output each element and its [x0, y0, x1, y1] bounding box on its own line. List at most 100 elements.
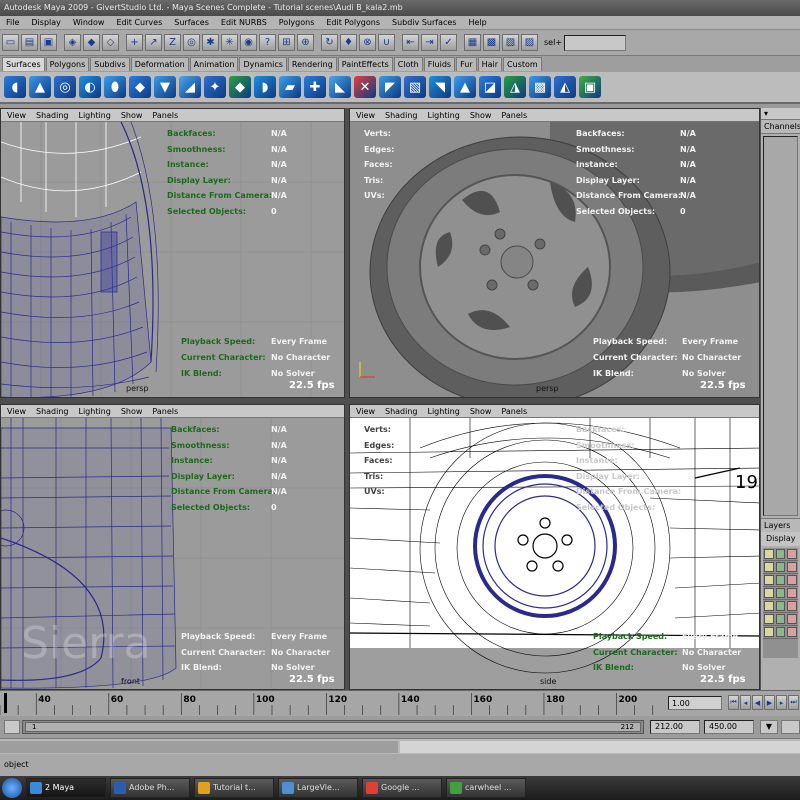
layer-toggle-icon[interactable] [775, 588, 786, 598]
layer-row[interactable] [763, 613, 798, 626]
menu-edit-polygons[interactable]: Edit Polygons [320, 16, 386, 29]
hypershade-icon[interactable]: ▨ [521, 34, 538, 51]
mask-help-icon[interactable]: ? [259, 34, 276, 51]
layer-toggle-icon[interactable] [775, 549, 786, 559]
shelf-tab-subdivs[interactable]: Subdivs [90, 57, 130, 71]
layers-display-tab[interactable]: Display [761, 532, 800, 546]
viewport-menu-view[interactable]: View [356, 405, 375, 417]
shelf-tool-icon[interactable]: ✕ [354, 76, 376, 98]
shelf-tab-animation[interactable]: Animation [189, 57, 239, 71]
range-handle[interactable]: 1 212 [25, 722, 641, 732]
layer-row[interactable] [763, 561, 798, 574]
layer-toggle-icon[interactable] [764, 562, 774, 572]
output-ops-icon[interactable]: ⇥ [421, 34, 438, 51]
range-end-field[interactable]: 212.00 [650, 720, 700, 734]
shelf-tool-icon[interactable]: ◥ [429, 76, 451, 98]
layer-toggle-icon[interactable] [775, 562, 786, 572]
layer-toggle-icon[interactable] [787, 588, 798, 598]
layer-toggle-icon[interactable] [764, 575, 774, 585]
shelf-tool-icon[interactable]: ◐ [79, 76, 101, 98]
magnet-icon[interactable]: ∪ [378, 34, 395, 51]
layer-toggle-icon[interactable] [764, 549, 774, 559]
range-slider[interactable]: 1 212 212.00 450.00 ▼ [0, 716, 800, 738]
max-end-field[interactable]: 450.00 [704, 720, 754, 734]
viewport-menu-panels[interactable]: Panels [501, 405, 527, 417]
shelf-tool-icon[interactable]: ◤ [379, 76, 401, 98]
viewport-menu-panels[interactable]: Panels [501, 109, 527, 121]
mask-curves-icon[interactable]: ↗ [145, 34, 162, 51]
shelf-tool-icon[interactable]: ◪ [479, 76, 501, 98]
channel-box-panel[interactable]: ▾ Channels Layers Display [760, 108, 800, 690]
viewport-menu-lighting[interactable]: Lighting [78, 405, 110, 417]
layer-toggle-icon[interactable] [775, 601, 786, 611]
viewport-menu-lighting[interactable]: Lighting [427, 405, 459, 417]
viewport-menu-show[interactable]: Show [470, 109, 492, 121]
viewport-canvas-tl[interactable]: Backfaces: Smoothness: Instance: Display La… [1, 121, 344, 397]
range-bar[interactable]: 1 212 [22, 720, 644, 734]
selection-input[interactable] [564, 34, 627, 51]
menu-edit-curves[interactable]: Edit Curves [110, 16, 168, 29]
construction-history-icon[interactable]: ✓ [440, 34, 457, 51]
shelf-tool-icon[interactable]: ▲ [29, 76, 51, 98]
taskbar-item[interactable]: Google ... [362, 778, 442, 798]
select-component-icon[interactable]: ◇ [102, 34, 119, 51]
play-forward-icon[interactable]: ▶ [764, 695, 775, 710]
shelf-tab-polygons[interactable]: Polygons [45, 57, 90, 71]
taskbar-item[interactable]: Tutorial t... [194, 778, 274, 798]
layers-list[interactable] [763, 548, 798, 658]
mask-surfaces-icon[interactable]: Z [164, 34, 181, 51]
layer-toggle-icon[interactable] [764, 588, 774, 598]
shelf-tab-surfaces[interactable]: Surfaces [2, 57, 45, 71]
menu-subdiv-surfaces[interactable]: Subdiv Surfaces [386, 16, 462, 29]
viewport-menu-view[interactable]: View [7, 405, 26, 417]
viewport-canvas-bl[interactable]: Sierra Backfaces: Smoothness: Instance: Dis… [1, 417, 344, 689]
layer-row[interactable] [763, 600, 798, 613]
viewport-menu-shading[interactable]: Shading [36, 109, 69, 121]
open-scene-icon[interactable]: ▤ [21, 34, 38, 51]
viewport-menu-show[interactable]: Show [121, 405, 143, 417]
viewport-menu-show[interactable]: Show [121, 109, 143, 121]
taskbar-item[interactable]: 2 Maya [26, 778, 106, 798]
mask-dynamics-icon[interactable]: ✱ [202, 34, 219, 51]
snap-plane-icon[interactable]: ⊗ [359, 34, 376, 51]
menu-polygons[interactable]: Polygons [273, 16, 321, 29]
viewport-menu-panels[interactable]: Panels [152, 405, 178, 417]
shelf-tool-icon[interactable]: ◣ [329, 76, 351, 98]
viewport-menu-view[interactable]: View [7, 109, 26, 121]
viewport-menu-show[interactable]: Show [470, 405, 492, 417]
snap-point-icon[interactable]: ♦ [340, 34, 357, 51]
shelf-tool-icon[interactable]: ◖ [4, 76, 26, 98]
layer-toggle-icon[interactable] [787, 627, 798, 637]
layer-row[interactable] [763, 548, 798, 561]
layer-toggle-icon[interactable] [787, 614, 798, 624]
layer-toggle-icon[interactable] [775, 614, 786, 624]
shelf-tab-custom[interactable]: Custom [503, 57, 542, 71]
command-input[interactable] [0, 741, 398, 753]
shelf-tool-icon[interactable]: ◆ [229, 76, 251, 98]
layer-row[interactable] [763, 574, 798, 587]
viewport-menu-lighting[interactable]: Lighting [427, 109, 459, 121]
mask-misc-icon[interactable]: ◉ [240, 34, 257, 51]
shelf-tool-icon[interactable]: ◢ [179, 76, 201, 98]
ipr-render-icon[interactable]: ▩ [483, 34, 500, 51]
start-button[interactable] [2, 778, 22, 798]
current-frame-field[interactable]: 1.00 [668, 696, 722, 710]
input-ops-icon[interactable]: ⇤ [402, 34, 419, 51]
viewport-top-left[interactable]: View Shading Lighting Show Panels Backfa… [0, 108, 345, 398]
time-ruler[interactable]: 40 60 80 100 120 140 160 180 200 [0, 691, 660, 715]
menu-display[interactable]: Display [25, 16, 67, 29]
viewport-bottom-right[interactable]: View Shading Lighting Show Panels 19 Ver… [349, 404, 760, 690]
shelf-tab-deformation[interactable]: Deformation [130, 57, 189, 71]
viewport-menu-shading[interactable]: Shading [36, 405, 69, 417]
viewport-menu-lighting[interactable]: Lighting [78, 109, 110, 121]
layer-toggle-icon[interactable] [775, 575, 786, 585]
shelf-tool-icon[interactable]: ▧ [404, 76, 426, 98]
menu-edit-nurbs[interactable]: Edit NURBS [215, 16, 273, 29]
auto-key-icon[interactable]: ▼ [760, 720, 778, 734]
menu-window[interactable]: Window [67, 16, 111, 29]
taskbar-item[interactable]: carwheel ... [446, 778, 526, 798]
shelf-tab-cloth[interactable]: Cloth [393, 57, 423, 71]
range-start-field[interactable] [4, 720, 20, 734]
shelf-tool-icon[interactable]: ▲ [454, 76, 476, 98]
viewport-menu-panels[interactable]: Panels [152, 109, 178, 121]
